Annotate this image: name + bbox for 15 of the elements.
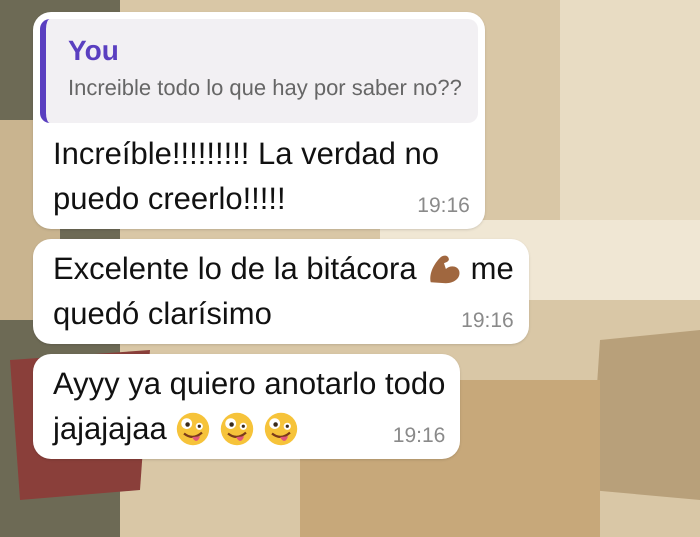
zany-face-icon [174,410,211,446]
message-text: Excelente lo de la bitácora [53,250,417,288]
zany-face-icon [262,410,299,446]
message-text: me [470,250,514,288]
message-time: 19:16 [392,423,446,449]
message-text: jajajajaa [53,410,167,448]
message-time: 19:16 [460,308,514,334]
quote-text: Increible todo lo que hay por saber no?? [68,74,462,102]
message-time: 19:16 [416,193,470,219]
message-text: puedo creerlo!!!!! [53,180,286,218]
message-text: Increíble!!!!!!!!! La verdad no [53,135,440,173]
quote-author: You [68,34,120,68]
message-text: Ayyy ya quiero anotarlo todo [53,365,446,403]
message-text: quedó clarísimo [53,295,272,333]
zany-face-icon [218,410,255,446]
